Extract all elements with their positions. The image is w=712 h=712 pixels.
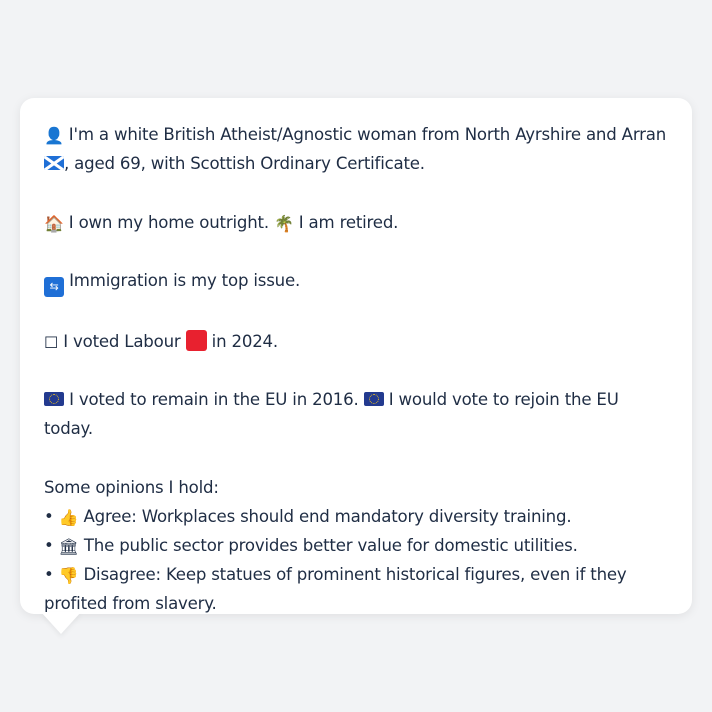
opinion-text: The public sector provides better value … xyxy=(78,535,578,555)
home-line: 🏠 I own my home outright. 🌴 I am retired… xyxy=(44,208,672,237)
issue-text: Immigration is my top issue. xyxy=(64,271,301,290)
bullet: • xyxy=(44,564,54,584)
issue-line: ⇆ Immigration is my top issue. xyxy=(44,266,672,297)
retired-text: I am retired. xyxy=(293,212,399,232)
immigration-icon: ⇆ xyxy=(44,277,64,297)
opinion-text: Agree: Workplaces should end mandatory d… xyxy=(78,506,572,526)
chat-message-bubble: 👤 I'm a white British Atheist/Agnostic w… xyxy=(20,98,692,614)
palm-tree-icon: 🌴 xyxy=(273,213,294,233)
vote-text-2: in 2024. xyxy=(206,331,279,351)
person-silhouette-icon: 👤 xyxy=(44,126,64,145)
opinion-text: Disagree: Keep statues of prominent hist… xyxy=(44,564,627,613)
vote-line: ☐ I voted Labour in 2024. xyxy=(44,327,672,356)
red-square-icon xyxy=(185,329,207,351)
opinion-item: • 👎 Disagree: Keep statues of prominent … xyxy=(44,560,672,618)
bullet: • xyxy=(44,535,54,555)
intro-text-1: I'm a white British Atheist/Agnostic wom… xyxy=(63,125,667,144)
classical-building-icon: 🏛 xyxy=(58,536,79,556)
home-text: I own my home outright. xyxy=(63,212,274,232)
intro-text-2: , aged 69, with Scottish Ordinary Certif… xyxy=(64,154,425,173)
thumbs-up-icon: 👍 xyxy=(58,507,79,527)
eu-line: I voted to remain in the EU in 2016. I w… xyxy=(44,385,672,443)
house-icon: 🏠 xyxy=(44,213,64,233)
eu-flag-icon xyxy=(363,392,384,406)
vote-text-1: I voted Labour xyxy=(58,331,186,351)
eu-text-1: I voted to remain in the EU in 2016. xyxy=(64,390,364,409)
opinions-heading: Some opinions I hold: xyxy=(44,477,219,497)
scotland-flag-icon xyxy=(44,156,64,170)
bullet: • xyxy=(44,506,54,526)
opinion-item: • 🏛 The public sector provides better va… xyxy=(44,531,672,560)
ballot-box-icon: ☐ xyxy=(44,332,59,352)
opinion-item: • 👍 Agree: Workplaces should end mandato… xyxy=(44,502,672,531)
intro-line: 👤 I'm a white British Atheist/Agnostic w… xyxy=(44,120,672,178)
eu-flag-icon xyxy=(44,392,64,406)
thumbs-down-icon: 👎 xyxy=(58,565,79,585)
bubble-tail xyxy=(41,612,81,634)
